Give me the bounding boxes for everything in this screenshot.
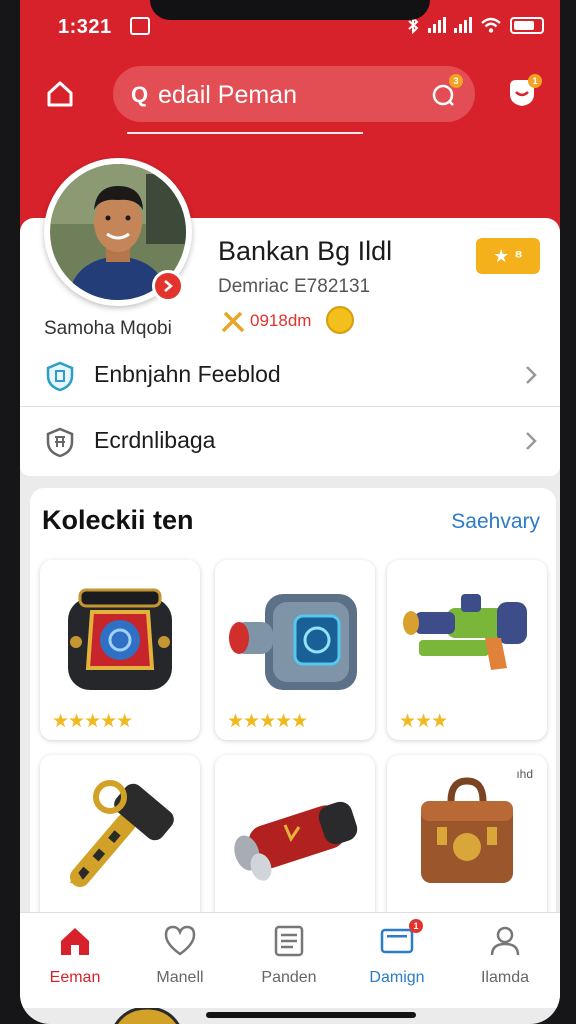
item-tag: ıhd <box>516 767 533 781</box>
battery-icon <box>510 16 544 34</box>
notification-icon <box>130 17 150 35</box>
nav-label: Panden <box>261 969 317 986</box>
list-icon <box>274 925 304 957</box>
chevron-right-icon <box>526 432 537 450</box>
menu-item-label: Enbnjahn Feeblod <box>94 361 281 387</box>
signal-icon <box>428 17 446 33</box>
nav-item-profile[interactable]: Ilamda <box>455 923 555 995</box>
bottom-navigation: Eeman Manell Panden 1 Damign Ilamda <box>20 912 560 1008</box>
crossed-swords-icon <box>221 311 245 333</box>
heart-icon <box>164 925 196 956</box>
search-notification-badge: 3 <box>449 74 463 88</box>
avatar-edit-button[interactable] <box>152 270 184 302</box>
treasure-chest-icon <box>421 777 513 883</box>
top-header: Q edail Peman 3 <box>20 62 560 126</box>
phone-frame: 1:321 Q edail Peman 3 1 Bankan Bg Ildl D… <box>0 0 576 1024</box>
header-underline <box>127 132 363 134</box>
nav-label: Ilamda <box>480 969 530 986</box>
backpack-icon <box>68 588 172 690</box>
app-screen: 1:321 Q edail Peman 3 1 Bankan Bg Ildl D… <box>20 0 560 1024</box>
search-icon: Q <box>131 82 149 107</box>
rating-stars: ★★★ <box>399 711 448 732</box>
menu-item-cart[interactable]: Ecrdnlibaga <box>20 408 560 474</box>
chat-button[interactable]: 1 <box>502 72 542 112</box>
profile-subname: Samoha Mqobi <box>44 318 172 339</box>
search-input[interactable]: edail Peman <box>158 81 297 110</box>
coin-icon[interactable] <box>326 306 354 334</box>
nav-label: Damign <box>369 969 425 986</box>
home-icon <box>61 928 89 955</box>
collection-item[interactable]: ★★★★★ <box>40 560 200 740</box>
nav-item-campaign[interactable]: 1 Damign <box>347 919 447 995</box>
menu-item-feedback[interactable]: Enbnjahn Feeblod <box>20 342 560 408</box>
camera-notch <box>150 0 430 20</box>
profile-id: Demriac E782131 <box>218 276 371 297</box>
collection-see-all-link[interactable]: Saehvary <box>451 510 540 534</box>
rank-badge-label: ★ ⁸ <box>493 245 523 266</box>
wifi-icon <box>481 17 501 33</box>
status-time: 1:321 <box>58 16 112 38</box>
rating-stars: ★★★★★ <box>52 711 133 732</box>
home-indicator[interactable] <box>206 1012 416 1018</box>
collection-item[interactable] <box>40 755 200 935</box>
chevron-right-icon <box>164 280 173 292</box>
collection-item[interactable]: ★★★★★ <box>215 560 375 740</box>
signal-icon-2 <box>454 17 472 33</box>
profile-name: Bankan Bg Ildl <box>218 236 393 266</box>
home-outline-icon <box>47 81 73 107</box>
chevron-right-icon <box>526 366 537 384</box>
nav-badge: 1 <box>409 919 423 933</box>
rating-stars: ★★★★★ <box>227 711 308 732</box>
user-icon <box>490 926 520 956</box>
coin-balance: 0918dm <box>250 311 312 330</box>
scope-icon <box>234 801 358 881</box>
nav-item-list[interactable]: Panden <box>239 923 339 995</box>
collection-item[interactable]: ıhd <box>387 755 547 935</box>
menu-item-label: Ecrdnlibaga <box>94 427 216 453</box>
nav-item-home[interactable]: Eeman <box>25 923 125 995</box>
shield-icon <box>46 361 74 392</box>
hammer-icon <box>70 780 174 887</box>
rank-badge[interactable]: ★ ⁸ <box>476 238 540 274</box>
menu-divider <box>20 406 560 407</box>
nav-label: Eeman <box>49 969 101 986</box>
collection-item[interactable] <box>215 755 375 935</box>
collection-item[interactable]: ★★★ <box>387 560 547 740</box>
search-bar[interactable]: Q edail Peman 3 <box>113 66 475 122</box>
cart-icon <box>46 427 74 458</box>
canister-icon <box>229 594 357 690</box>
status-indicators <box>406 16 544 34</box>
nav-label: Manell <box>156 969 204 986</box>
home-button[interactable] <box>38 72 82 116</box>
chat-badge: 1 <box>528 74 542 88</box>
nav-item-favorites[interactable]: Manell <box>130 923 230 995</box>
collection-title: Koleckii ten <box>42 505 194 535</box>
blaster-icon <box>403 594 527 670</box>
